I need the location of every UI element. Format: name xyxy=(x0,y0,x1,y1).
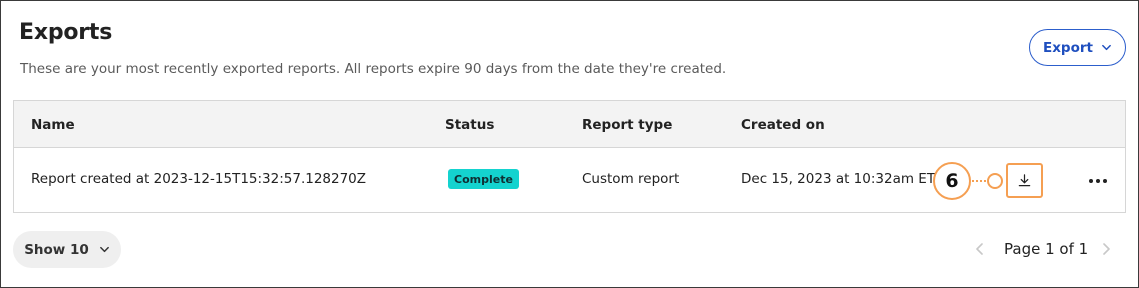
more-horizontal-icon-dot xyxy=(1096,179,1100,183)
column-header-name: Name xyxy=(31,117,75,133)
pagination-status: Page 1 of 1 xyxy=(1004,240,1089,258)
export-button[interactable]: Export xyxy=(1029,29,1126,66)
chevron-left-icon[interactable] xyxy=(972,241,988,257)
download-button[interactable] xyxy=(1006,163,1043,198)
report-type: Custom report xyxy=(582,171,680,187)
table-row: Report created at 2023-12-15T15:32:57.12… xyxy=(14,148,1125,212)
page-title: Exports xyxy=(19,20,113,45)
column-header-report-type: Report type xyxy=(582,117,673,133)
page-subtitle: These are your most recently exported re… xyxy=(20,61,727,77)
column-header-status: Status xyxy=(445,117,495,133)
download-icon xyxy=(1018,174,1031,187)
more-actions-button[interactable] xyxy=(1084,172,1112,190)
step-annotation-badge: 6 xyxy=(933,162,971,200)
table-header-row: Name Status Report type Created on xyxy=(14,101,1125,148)
column-header-created-on: Created on xyxy=(741,117,825,133)
exports-table: Name Status Report type Created on Repor… xyxy=(13,100,1126,213)
report-name: Report created at 2023-12-15T15:32:57.12… xyxy=(31,171,367,187)
chevron-down-icon xyxy=(99,246,109,253)
export-button-label: Export xyxy=(1043,39,1093,56)
more-horizontal-icon-dot xyxy=(1089,179,1093,183)
chevron-right-icon[interactable] xyxy=(1098,241,1114,257)
annotation-dot xyxy=(987,173,1003,189)
status-badge: Complete xyxy=(448,169,519,189)
created-on: Dec 15, 2023 at 10:32am ET xyxy=(741,171,936,187)
more-horizontal-icon-dot xyxy=(1103,179,1107,183)
page-size-label: Show 10 xyxy=(24,241,89,258)
page-size-select[interactable]: Show 10 xyxy=(13,231,121,268)
chevron-down-icon xyxy=(1102,44,1111,51)
